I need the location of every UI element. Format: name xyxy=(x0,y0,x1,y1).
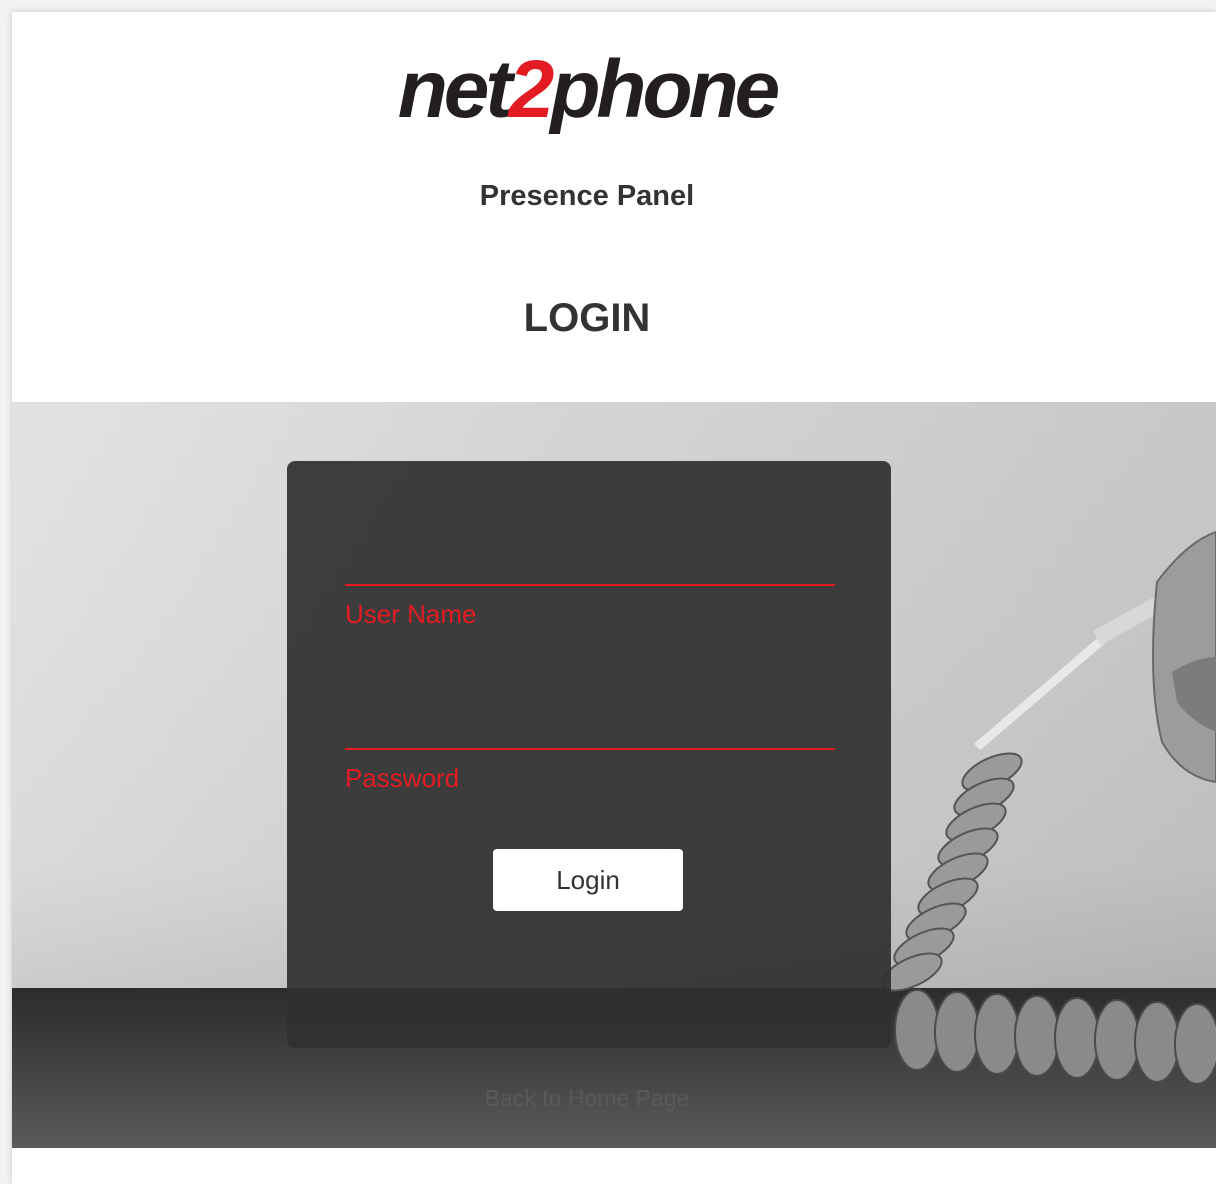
app-name: Presence Panel xyxy=(479,180,695,212)
page-title: LOGIN xyxy=(523,296,651,340)
logo-text-number: 2 xyxy=(508,44,555,135)
password-field[interactable] xyxy=(345,748,835,802)
login-button[interactable]: Login xyxy=(493,849,683,911)
page-frame: net2phone Presence Panel LOGIN User Name… xyxy=(12,12,1216,1184)
username-field[interactable] xyxy=(345,584,835,638)
logo-text-suffix: phone xyxy=(550,44,780,135)
back-to-home-link[interactable]: Back to Home Page xyxy=(12,1085,1162,1112)
login-card: Login xyxy=(287,461,891,1048)
net2phone-logo: net2phone xyxy=(12,40,1162,140)
logo-text-prefix: net xyxy=(397,44,513,135)
